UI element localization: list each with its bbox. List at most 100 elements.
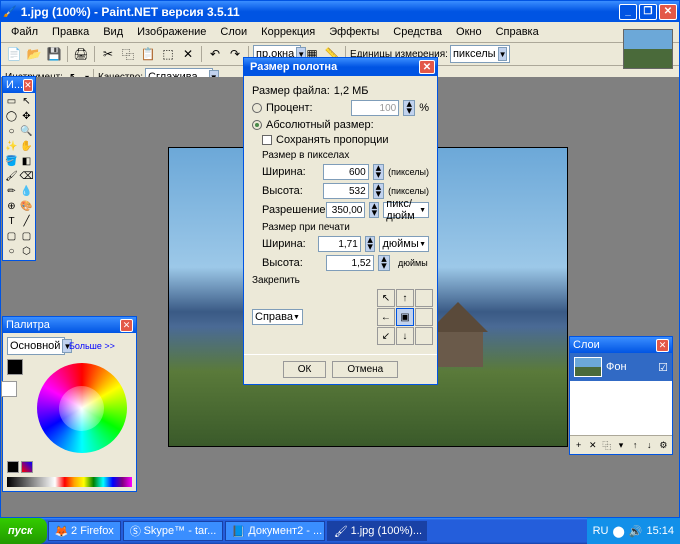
- tool-zoom[interactable]: 🔍: [19, 124, 34, 139]
- anchor-n[interactable]: ↑: [396, 289, 414, 307]
- system-tray[interactable]: RU ⬤ 🔊 15:14: [587, 518, 680, 544]
- anchor-e[interactable]: [415, 308, 433, 326]
- width-input[interactable]: 600: [323, 164, 369, 180]
- taskbar-item-paintnet[interactable]: 🖌 1.jpg (100%)...: [327, 521, 427, 541]
- delete-layer-icon[interactable]: ✕: [586, 438, 599, 452]
- tool-eraser[interactable]: ⌫: [19, 169, 34, 184]
- tool-pan[interactable]: ✋: [19, 139, 34, 154]
- navigator-thumbnail[interactable]: [623, 29, 673, 69]
- tool-lasso[interactable]: ◯: [4, 109, 19, 124]
- tray-icon[interactable]: 🔊: [629, 525, 643, 538]
- move-up-icon[interactable]: ↑: [629, 438, 642, 452]
- menu-edit[interactable]: Правка: [46, 24, 95, 40]
- percent-spinner[interactable]: ▴▾: [403, 100, 415, 116]
- resolution-spinner[interactable]: ▴▾: [369, 202, 379, 218]
- anchor-w[interactable]: ←: [377, 308, 395, 326]
- width-spinner[interactable]: ▴▾: [373, 164, 384, 180]
- tray-icon[interactable]: ⬤: [612, 525, 624, 538]
- dialog-close-button[interactable]: ✕: [419, 60, 435, 74]
- tool-ellipse-select[interactable]: ○: [4, 124, 19, 139]
- menu-tools[interactable]: Средства: [387, 24, 448, 40]
- layer-visible-checkbox[interactable]: ☑: [658, 361, 668, 374]
- anchor-nw[interactable]: ↖: [377, 289, 395, 307]
- tool-clone[interactable]: ⊕: [4, 199, 19, 214]
- tool-freeform[interactable]: ⬡: [19, 244, 34, 259]
- close-button[interactable]: ✕: [659, 4, 677, 20]
- minimize-button[interactable]: _: [619, 4, 637, 20]
- tools-titlebar[interactable]: И... ✕: [3, 77, 35, 93]
- layer-props-icon[interactable]: ⚙: [657, 438, 670, 452]
- main-titlebar[interactable]: 🖌️ 1.jpg (100%) - Paint.NET версия 3.5.1…: [1, 1, 679, 22]
- tool-rounded-rect[interactable]: ▢: [19, 229, 34, 244]
- layer-item[interactable]: Фон ☑: [570, 353, 672, 381]
- foreground-color[interactable]: [7, 359, 23, 375]
- units-combo[interactable]: пикселы▼: [450, 45, 510, 63]
- anchor-se[interactable]: [415, 327, 433, 345]
- swap-colors[interactable]: [7, 461, 19, 473]
- anchor-ne[interactable]: [415, 289, 433, 307]
- color-swatches[interactable]: [7, 477, 132, 487]
- absolute-radio[interactable]: [252, 120, 262, 130]
- tool-ellipse[interactable]: ○: [4, 244, 19, 259]
- tool-rectangle[interactable]: ▢: [4, 229, 19, 244]
- menu-window[interactable]: Окно: [450, 24, 488, 40]
- start-button[interactable]: пуск: [0, 518, 47, 544]
- print-height-spinner[interactable]: ▴▾: [378, 255, 390, 271]
- taskbar-item-word[interactable]: 📘 Документ2 - ...: [225, 521, 325, 541]
- more-link[interactable]: Больше >>: [69, 341, 115, 351]
- keep-proportions-checkbox[interactable]: [262, 135, 272, 145]
- undo-icon[interactable]: ↶: [206, 45, 224, 63]
- taskbar-item-firefox[interactable]: 🦊 2 Firefox: [48, 521, 121, 541]
- menu-layers[interactable]: Слои: [214, 24, 253, 40]
- layers-close-button[interactable]: ✕: [656, 339, 669, 352]
- menu-file[interactable]: Файл: [5, 24, 44, 40]
- background-color[interactable]: [1, 381, 17, 397]
- tool-line[interactable]: ╱: [19, 214, 34, 229]
- menu-adjustments[interactable]: Коррекция: [255, 24, 321, 40]
- print-width-spinner[interactable]: ▴▾: [365, 236, 376, 252]
- save-icon[interactable]: 💾: [45, 45, 63, 63]
- print-height-input[interactable]: 1,52: [326, 255, 374, 271]
- tray-lang[interactable]: RU: [593, 525, 609, 537]
- tools-close-button[interactable]: ✕: [23, 79, 33, 92]
- tool-recolor[interactable]: 🎨: [19, 199, 34, 214]
- anchor-s[interactable]: ↓: [396, 327, 414, 345]
- print-width-input[interactable]: 1,71: [318, 236, 361, 252]
- tool-brush[interactable]: 🖌: [4, 169, 19, 184]
- deselect-icon[interactable]: ✕: [179, 45, 197, 63]
- crop-icon[interactable]: ⬚: [159, 45, 177, 63]
- layers-titlebar[interactable]: Слои ✕: [570, 337, 672, 353]
- print-icon[interactable]: 🖨: [72, 45, 90, 63]
- menu-view[interactable]: Вид: [97, 24, 129, 40]
- taskbar-item-skype[interactable]: Ⓢ Skype™ - tar...: [123, 521, 223, 541]
- anchor-center[interactable]: ▣: [396, 308, 414, 326]
- tool-text[interactable]: T: [4, 214, 19, 229]
- menu-effects[interactable]: Эффекты: [323, 24, 385, 40]
- palette-close-button[interactable]: ✕: [120, 319, 133, 332]
- move-down-icon[interactable]: ↓: [643, 438, 656, 452]
- ok-button[interactable]: ОК: [283, 361, 327, 378]
- resolution-input[interactable]: 350,00: [326, 202, 365, 218]
- tray-clock[interactable]: 15:14: [646, 525, 674, 537]
- maximize-button[interactable]: ❐: [639, 4, 657, 20]
- color-preset[interactable]: [21, 461, 33, 473]
- tool-gradient[interactable]: ◧: [19, 154, 34, 169]
- height-input[interactable]: 532: [323, 183, 369, 199]
- palette-titlebar[interactable]: Палитра ✕: [3, 317, 136, 333]
- new-icon[interactable]: 📄: [5, 45, 23, 63]
- print-width-unit-combo[interactable]: дюймы▼: [379, 236, 429, 252]
- dialog-titlebar[interactable]: Размер полотна ✕: [244, 58, 437, 76]
- menu-help[interactable]: Справка: [490, 24, 545, 40]
- duplicate-layer-icon[interactable]: ⿻: [600, 438, 613, 452]
- tool-rect-select[interactable]: ▭: [4, 94, 19, 109]
- resolution-unit-combo[interactable]: пикс/дюйм▼: [383, 202, 429, 218]
- color-wheel[interactable]: [37, 363, 127, 453]
- menu-image[interactable]: Изображение: [131, 24, 212, 40]
- tool-pencil[interactable]: ✏: [4, 184, 19, 199]
- anchor-sw[interactable]: ↙: [377, 327, 395, 345]
- color-mode-combo[interactable]: Основной▼: [7, 337, 65, 355]
- copy-icon[interactable]: ⿻: [119, 45, 137, 63]
- add-layer-icon[interactable]: +: [572, 438, 585, 452]
- tool-move-selection[interactable]: ✥: [19, 109, 34, 124]
- cut-icon[interactable]: ✂: [99, 45, 117, 63]
